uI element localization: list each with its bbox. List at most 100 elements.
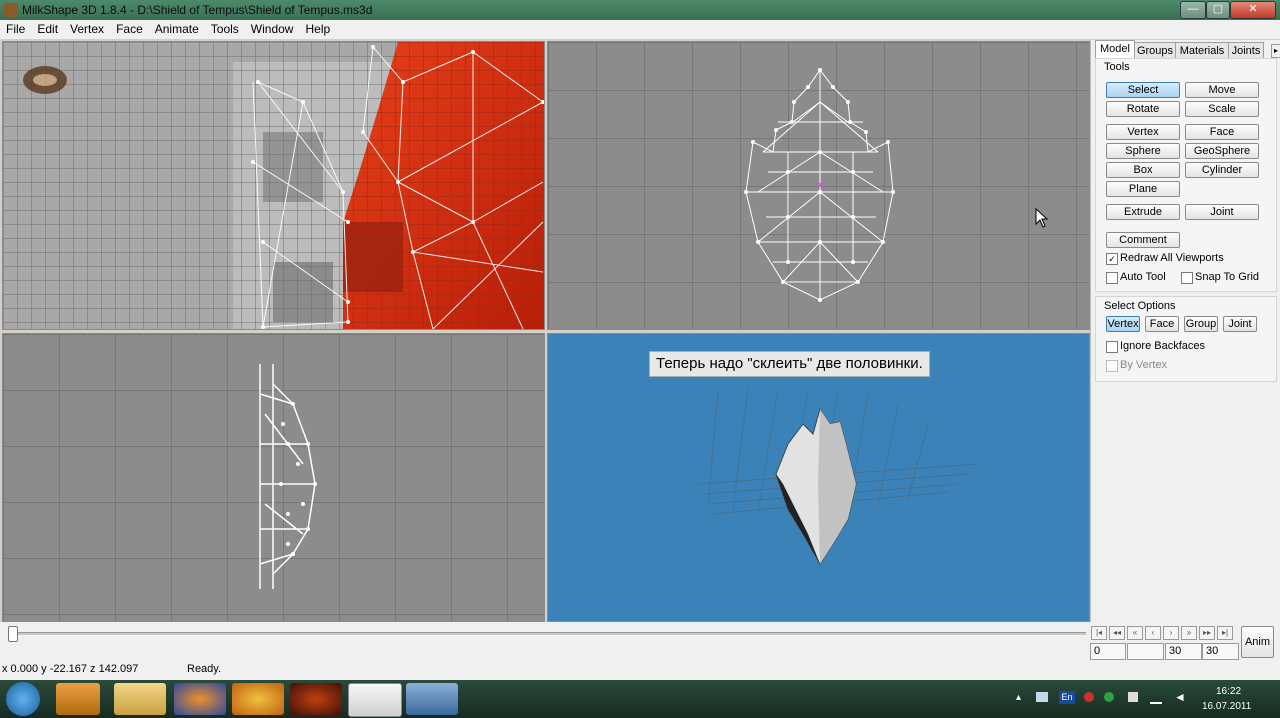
by-vertex-checkbox[interactable] [1106, 360, 1118, 372]
tool-panel: Model Groups Materials Joints ▸ Tools Se… [1090, 40, 1280, 622]
select-group-button[interactable]: Group [1184, 316, 1218, 332]
viewport-front[interactable] [2, 41, 545, 330]
next-frame-icon[interactable]: › [1163, 626, 1179, 640]
current-frame-field[interactable]: 30 [1165, 643, 1202, 660]
menu-window[interactable]: Window [245, 20, 300, 39]
select-vertex-button[interactable]: Vertex [1106, 316, 1140, 332]
move-button[interactable]: Move [1185, 82, 1259, 98]
coordinates-readout: x 0.000 y -22.167 z 142.097 [2, 663, 139, 675]
side-view-mesh [259, 364, 317, 589]
first-frame-icon[interactable]: |◂ [1091, 626, 1107, 640]
top-view-mesh [744, 68, 895, 302]
viewport-side[interactable] [2, 333, 545, 622]
select-joint-button[interactable]: Joint [1223, 316, 1257, 332]
tray-signal-icon[interactable] [1150, 692, 1162, 704]
menu-help[interactable]: Help [299, 20, 336, 39]
app-icon[interactable] [4, 3, 18, 17]
menu-edit[interactable]: Edit [31, 20, 64, 39]
front-view-texture-mesh [3, 42, 544, 329]
window-task-icon[interactable] [406, 683, 458, 715]
status-message: Ready. [187, 663, 222, 675]
rotate-button[interactable]: Rotate [1106, 101, 1180, 117]
firefox-icon[interactable] [174, 683, 226, 715]
tab-scroll-icon[interactable]: ▸ [1271, 44, 1280, 58]
ignore-backfaces-checkbox[interactable] [1106, 341, 1118, 353]
status-bar: x 0.000 y -22.167 z 142.097 Ready. [0, 660, 1280, 680]
prev-frame-icon[interactable]: ‹ [1145, 626, 1161, 640]
face-button[interactable]: Face [1185, 124, 1259, 140]
window-title: MilkShape 3D 1.8.4 - D:\Shield of Tempus… [22, 3, 373, 17]
tray-monitor-icon[interactable] [1036, 692, 1048, 702]
menu-file[interactable]: File [0, 20, 31, 39]
select-button[interactable]: Select [1106, 82, 1180, 98]
menu-tools[interactable]: Tools [205, 20, 245, 39]
tools-title: Tools [1104, 61, 1130, 73]
redraw-checkbox[interactable]: ✓ [1106, 253, 1118, 265]
tab-groups[interactable]: Groups [1134, 42, 1176, 59]
snap-label: Snap To Grid [1195, 271, 1260, 283]
extrude-button[interactable]: Extrude [1106, 204, 1180, 220]
menu-face[interactable]: Face [110, 20, 149, 39]
tray-arrow-icon[interactable]: ▴ [1016, 692, 1021, 703]
autotool-label: Auto Tool [1120, 271, 1166, 283]
maximize-icon[interactable]: ▢ [1206, 1, 1230, 19]
joint-button[interactable]: Joint [1185, 204, 1259, 220]
minimize-icon[interactable]: — [1180, 1, 1206, 19]
next-key-icon[interactable]: ▸▸ [1199, 626, 1215, 640]
forward-icon[interactable]: » [1181, 626, 1197, 640]
title-bar: MilkShape 3D 1.8.4 - D:\Shield of Tempus… [0, 0, 1280, 20]
tab-joints[interactable]: Joints [1228, 42, 1264, 59]
logo-icon [23, 66, 67, 94]
tray-usb-icon[interactable] [1128, 692, 1138, 702]
viewport-3d[interactable]: Теперь надо "склеить" две половинки. [547, 333, 1090, 622]
tab-model[interactable]: Model [1095, 40, 1135, 59]
sphere-button[interactable]: Sphere [1106, 143, 1180, 159]
clock-time[interactable]: 16:22 [1216, 686, 1241, 697]
app-gear-icon[interactable] [290, 683, 342, 715]
anim-button[interactable]: Anim [1241, 626, 1274, 658]
video-caption: Теперь надо "склеить" две половинки. [649, 351, 930, 377]
by-vertex-label: By Vertex [1120, 359, 1168, 371]
mouse-cursor-icon [1035, 208, 1049, 228]
snap-checkbox[interactable] [1181, 272, 1193, 284]
menu-vertex[interactable]: Vertex [64, 20, 110, 39]
geosphere-button[interactable]: GeoSphere [1185, 143, 1259, 159]
box-button[interactable]: Box [1106, 162, 1180, 178]
language-indicator[interactable]: En [1059, 691, 1075, 704]
viewport-top[interactable] [547, 41, 1090, 330]
ignore-backfaces-label: Ignore Backfaces [1120, 340, 1205, 352]
menu-animate[interactable]: Animate [149, 20, 205, 39]
close-icon[interactable]: ✕ [1230, 1, 1276, 19]
start-frame-field[interactable]: 0 [1090, 643, 1126, 660]
tab-materials[interactable]: Materials [1175, 42, 1229, 59]
last-frame-icon[interactable]: ▸| [1217, 626, 1233, 640]
tray-network-icon[interactable] [1104, 692, 1114, 702]
media-player-icon[interactable] [56, 683, 100, 715]
tray-app-icon[interactable] [1084, 692, 1094, 702]
scale-button[interactable]: Scale [1185, 101, 1259, 117]
plane-button[interactable]: Plane [1106, 181, 1180, 197]
vertex-button[interactable]: Vertex [1106, 124, 1180, 140]
prev-key-icon[interactable]: ◂◂ [1109, 626, 1125, 640]
end-frame-field[interactable]: 30 [1202, 643, 1239, 660]
3d-view-shield [697, 388, 979, 565]
cylinder-button[interactable]: Cylinder [1185, 162, 1259, 178]
milkshape-task-icon[interactable] [348, 683, 402, 717]
tray-volume-icon[interactable]: ◄ [1174, 690, 1186, 704]
select-options-title: Select Options [1104, 300, 1176, 312]
autotool-checkbox[interactable] [1106, 272, 1118, 284]
timeline-track[interactable] [8, 632, 1086, 635]
start-button-icon[interactable] [6, 682, 40, 716]
rewind-icon[interactable]: « [1127, 626, 1143, 640]
taskbar: ▴ En ◄ 16:22 16.07.2011 [0, 680, 1280, 718]
comment-button[interactable]: Comment [1106, 232, 1180, 248]
blank-field[interactable] [1127, 643, 1164, 660]
select-face-button[interactable]: Face [1145, 316, 1179, 332]
clock-date[interactable]: 16.07.2011 [1202, 701, 1251, 712]
app-lion-icon[interactable] [232, 683, 284, 715]
redraw-label: Redraw All Viewports [1120, 252, 1224, 264]
timeline-bar: |◂ ◂◂ « ‹ › » ▸▸ ▸| 0 30 30 Anim [0, 622, 1280, 660]
explorer-icon[interactable] [114, 683, 166, 715]
menu-bar: File Edit Vertex Face Animate Tools Window Help [0, 20, 1280, 40]
timeline-slider-thumb[interactable] [8, 626, 18, 642]
